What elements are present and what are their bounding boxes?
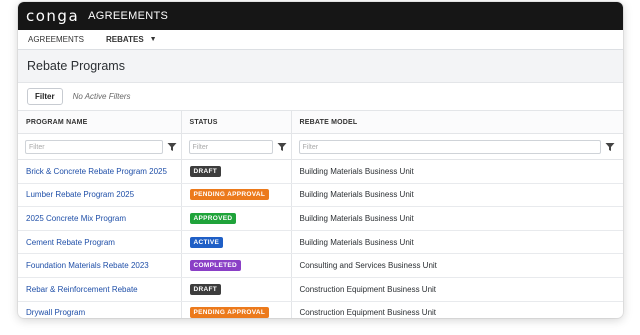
rebate-model-cell: Construction Equipment Business Unit xyxy=(290,277,623,302)
rebate-model-cell: Construction Equipment Business Unit xyxy=(290,301,623,318)
program-name-link[interactable]: Cement Rebate Program xyxy=(18,230,181,255)
status-cell: DRAFT xyxy=(180,159,291,184)
table-row[interactable]: Brick & Concrete Rebate Program 2025 DRA… xyxy=(18,159,623,184)
conga-logo: conga xyxy=(26,7,80,25)
program-name-link[interactable]: Rebar & Reinforcement Rebate xyxy=(18,277,181,302)
filter-button[interactable]: Filter xyxy=(27,88,63,105)
table-row[interactable]: Cement Rebate Program ACTIVE Building Ma… xyxy=(18,230,623,255)
table-row[interactable]: Foundation Materials Rebate 2023 COMPLET… xyxy=(18,253,623,278)
program-name-link[interactable]: 2025 Concrete Mix Program xyxy=(18,206,181,231)
rebate-model-cell: Building Materials Business Unit xyxy=(290,230,623,255)
program-name-link[interactable]: Brick & Concrete Rebate Program 2025 xyxy=(18,159,181,184)
filter-row: Filter No Active Filters xyxy=(18,83,623,110)
table-header-row: PROGRAM NAME STATUS REBATE MODEL xyxy=(18,110,623,134)
rebate-model-filter-cell: Filter xyxy=(290,133,623,160)
nav-item-label: REBATES xyxy=(106,35,144,44)
status-badge: PENDING APPROVAL xyxy=(189,307,270,318)
status-filter-input[interactable]: Filter xyxy=(188,139,273,154)
funnel-icon[interactable] xyxy=(605,142,615,152)
nav-item-agreements[interactable]: AGREEMENTS xyxy=(18,35,96,44)
nav-bar: AGREEMENTS REBATES ▼ xyxy=(18,30,623,50)
rebate-model-filter-input[interactable]: Filter xyxy=(298,139,601,154)
status-cell: APPROVED xyxy=(180,206,291,231)
status-filter-cell: Filter xyxy=(180,133,291,160)
table-row[interactable]: Lumber Rebate Program 2025 PENDING APPRO… xyxy=(18,183,623,208)
status-cell: ACTIVE xyxy=(180,230,291,255)
funnel-icon[interactable] xyxy=(277,142,287,152)
app-window: conga AGREEMENTS AGREEMENTS REBATES ▼ Re… xyxy=(18,2,623,318)
page-title: Rebate Programs xyxy=(27,59,125,73)
column-header-status[interactable]: STATUS xyxy=(180,110,291,134)
status-badge: DRAFT xyxy=(189,165,222,177)
rebate-model-cell: Building Materials Business Unit xyxy=(290,159,623,184)
table-row[interactable]: 2025 Concrete Mix Program APPROVED Build… xyxy=(18,206,623,231)
status-cell: DRAFT xyxy=(180,277,291,302)
status-badge: PENDING APPROVAL xyxy=(189,189,270,201)
status-badge: APPROVED xyxy=(189,212,237,224)
table-row[interactable]: Drywall Program PENDING APPROVAL Constru… xyxy=(18,301,623,318)
rebate-programs-table: PROGRAM NAME STATUS REBATE MODEL Filter … xyxy=(18,110,623,318)
page-header: Rebate Programs xyxy=(18,50,623,83)
filter-status: No Active Filters xyxy=(72,92,131,101)
table-row[interactable]: Rebar & Reinforcement Rebate DRAFT Const… xyxy=(18,277,623,302)
caret-down-icon: ▼ xyxy=(149,36,157,43)
column-header-rebate-model[interactable]: REBATE MODEL xyxy=(290,110,623,134)
top-bar: conga AGREEMENTS xyxy=(18,2,623,30)
status-cell: PENDING APPROVAL xyxy=(180,183,291,208)
status-badge: DRAFT xyxy=(189,283,222,295)
rebate-model-cell: Consulting and Services Business Unit xyxy=(290,253,623,278)
nav-item-rebates[interactable]: REBATES ▼ xyxy=(96,35,169,44)
rebate-model-cell: Building Materials Business Unit xyxy=(290,183,623,208)
status-cell: COMPLETED xyxy=(180,253,291,278)
program-name-filter-input[interactable]: Filter xyxy=(25,139,163,154)
app-title: AGREEMENTS xyxy=(88,10,169,22)
program-name-link[interactable]: Foundation Materials Rebate 2023 xyxy=(18,253,181,278)
program-name-filter-cell: Filter xyxy=(18,133,181,160)
program-name-link[interactable]: Drywall Program xyxy=(18,301,181,318)
nav-item-label: AGREEMENTS xyxy=(28,35,85,44)
status-cell: PENDING APPROVAL xyxy=(180,301,291,318)
status-badge: ACTIVE xyxy=(189,236,224,248)
column-filter-row: Filter Filter Filter xyxy=(18,133,623,160)
rebate-model-cell: Building Materials Business Unit xyxy=(290,206,623,231)
funnel-icon[interactable] xyxy=(167,142,177,152)
column-header-program-name[interactable]: PROGRAM NAME xyxy=(18,110,181,134)
status-badge: COMPLETED xyxy=(189,260,242,272)
program-name-link[interactable]: Lumber Rebate Program 2025 xyxy=(18,183,181,208)
